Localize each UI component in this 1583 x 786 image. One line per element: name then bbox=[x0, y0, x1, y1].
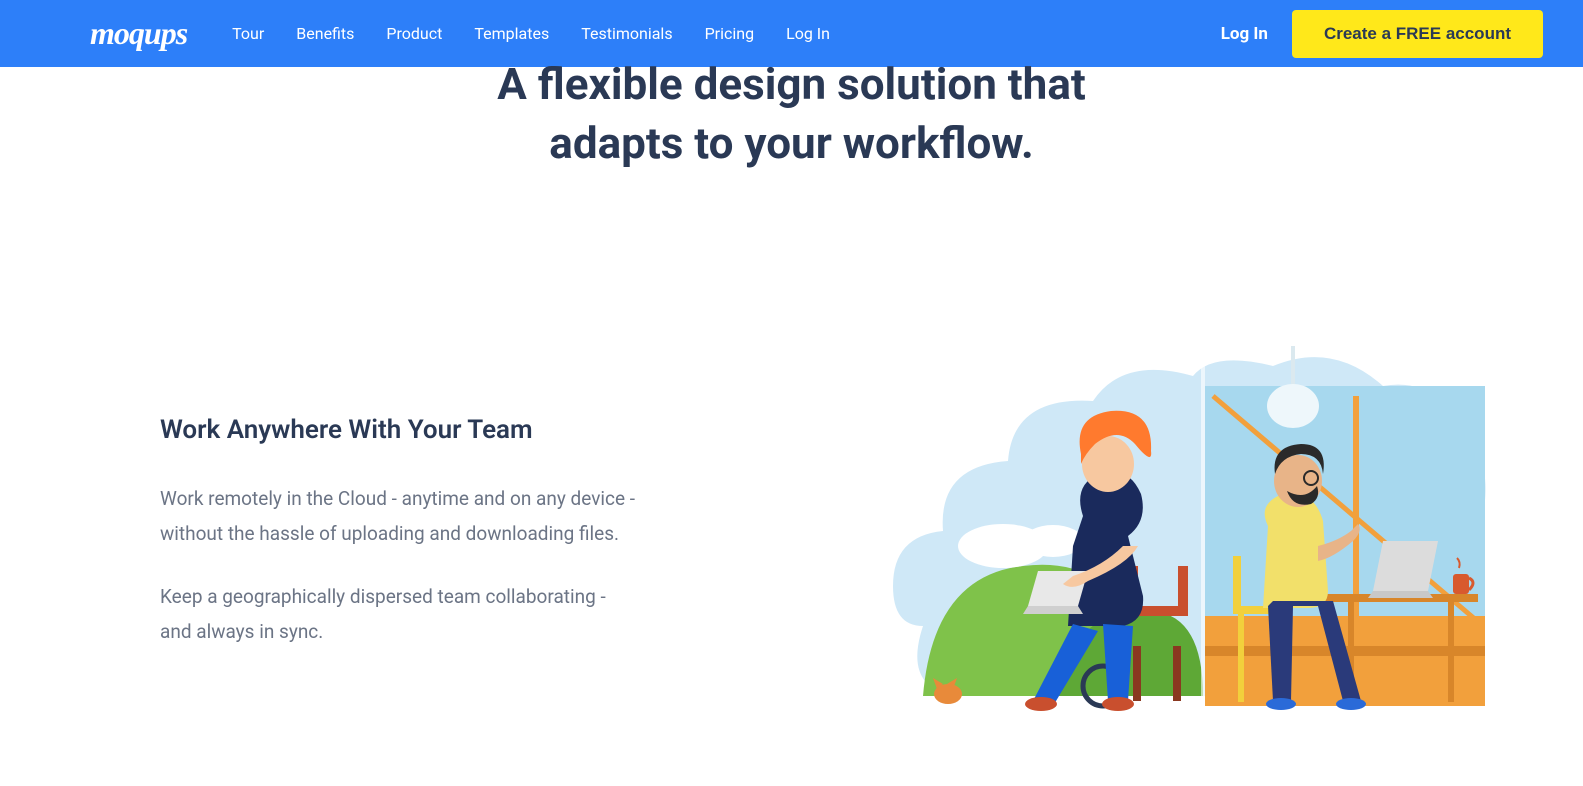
nav-templates[interactable]: Templates bbox=[474, 24, 549, 43]
nav-product[interactable]: Product bbox=[386, 24, 442, 43]
nav-pricing[interactable]: Pricing bbox=[705, 24, 755, 43]
feature-section: Work Anywhere With Your Team Work remote… bbox=[0, 226, 1583, 786]
header-actions: Log In Create a FREE account bbox=[1221, 10, 1543, 58]
hero-title: A flexible design solution that adapts t… bbox=[0, 55, 1583, 174]
hero-section: A flexible design solution that adapts t… bbox=[0, 55, 1583, 214]
feature-text: Work Anywhere With Your Team Work remote… bbox=[160, 415, 640, 678]
logo[interactable]: moqups bbox=[90, 15, 187, 52]
feature-paragraph-1: Work remotely in the Cloud - anytime and… bbox=[160, 481, 640, 551]
primary-nav: Tour Benefits Product Templates Testimon… bbox=[232, 24, 1221, 43]
nav-login[interactable]: Log In bbox=[786, 24, 830, 43]
hero-title-line1: A flexible design solution that bbox=[497, 58, 1086, 110]
feature-illustration-container bbox=[720, 346, 1493, 746]
login-link[interactable]: Log In bbox=[1221, 24, 1268, 44]
team-illustration-icon bbox=[873, 346, 1493, 746]
nav-benefits[interactable]: Benefits bbox=[296, 24, 354, 43]
feature-paragraph-2: Keep a geographically dispersed team col… bbox=[160, 579, 640, 649]
nav-testimonials[interactable]: Testimonials bbox=[581, 24, 672, 43]
nav-tour[interactable]: Tour bbox=[232, 24, 264, 43]
hero-title-line2: adapts to your workflow. bbox=[549, 117, 1033, 169]
create-account-button[interactable]: Create a FREE account bbox=[1292, 10, 1543, 58]
feature-title: Work Anywhere With Your Team bbox=[160, 415, 640, 445]
